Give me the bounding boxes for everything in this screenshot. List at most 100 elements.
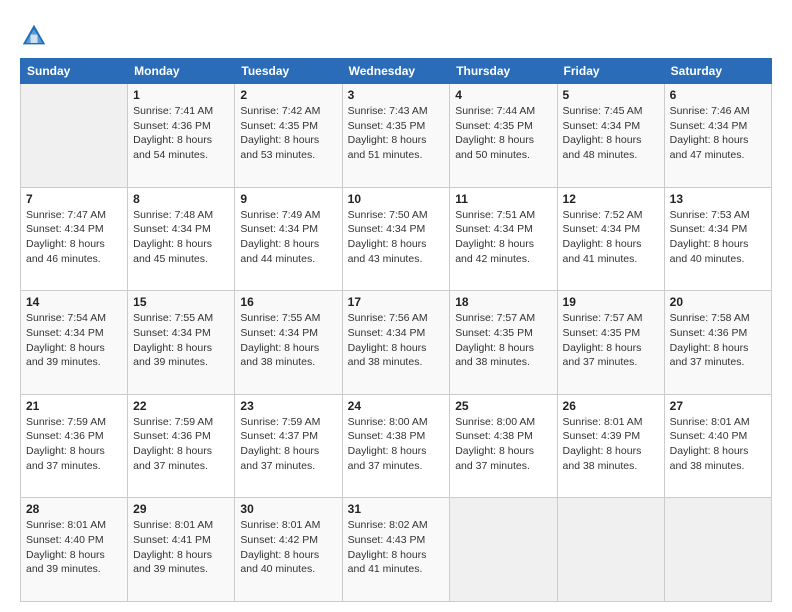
day-info: Sunrise: 8:02 AMSunset: 4:43 PMDaylight:… bbox=[348, 518, 445, 577]
calendar-cell: 18 Sunrise: 7:57 AMSunset: 4:35 PMDayligh… bbox=[450, 291, 557, 395]
calendar-week-0: 1 Sunrise: 7:41 AMSunset: 4:36 PMDaylight… bbox=[21, 84, 772, 188]
day-number: 17 bbox=[348, 295, 445, 309]
calendar-week-3: 21Sunrise: 7:59 AMSunset: 4:36 PMDayligh… bbox=[21, 394, 772, 498]
day-header-friday: Friday bbox=[557, 59, 664, 84]
day-number: 24 bbox=[348, 399, 445, 413]
day-info: Sunrise: 7:59 AMSunset: 4:36 PMDaylight:… bbox=[26, 415, 122, 474]
logo-icon bbox=[20, 22, 48, 50]
day-info: Sunrise: 8:00 AMSunset: 4:38 PMDaylight:… bbox=[455, 415, 551, 474]
calendar-cell: 5Sunrise: 7:45 AMSunset: 4:34 PMDaylight… bbox=[557, 84, 664, 188]
day-info: Sunrise: 7:46 AMSunset: 4:34 PMDaylight:… bbox=[670, 104, 766, 163]
calendar-cell: 23 Sunrise: 7:59 AMSunset: 4:37 PMDayligh… bbox=[235, 394, 342, 498]
calendar-cell: 4 Sunrise: 7:44 AMSunset: 4:35 PMDaylight… bbox=[450, 84, 557, 188]
day-number: 1 bbox=[133, 88, 229, 102]
day-number: 4 bbox=[455, 88, 551, 102]
calendar-cell: 30 Sunrise: 8:01 AMSunset: 4:42 PMDayligh… bbox=[235, 498, 342, 602]
calendar-cell: 20Sunrise: 7:58 AMSunset: 4:36 PMDayligh… bbox=[664, 291, 771, 395]
day-info: Sunrise: 7:59 AMSunset: 4:36 PMDaylight:… bbox=[133, 415, 229, 474]
logo bbox=[20, 22, 52, 50]
day-info: Sunrise: 7:55 AMSunset: 4:34 PMDaylight:… bbox=[133, 311, 229, 370]
day-info: Sunrise: 7:44 AMSunset: 4:35 PMDaylight:… bbox=[455, 104, 551, 163]
calendar-cell: 29 Sunrise: 8:01 AMSunset: 4:41 PMDayligh… bbox=[128, 498, 235, 602]
day-info: Sunrise: 7:42 AMSunset: 4:35 PMDaylight:… bbox=[240, 104, 336, 163]
day-info: Sunrise: 7:47 AMSunset: 4:34 PMDaylight:… bbox=[26, 208, 122, 267]
day-number: 31 bbox=[348, 502, 445, 516]
calendar-cell: 10 Sunrise: 7:50 AMSunset: 4:34 PMDayligh… bbox=[342, 187, 450, 291]
calendar-cell bbox=[21, 84, 128, 188]
day-number: 10 bbox=[348, 192, 445, 206]
day-number: 25 bbox=[455, 399, 551, 413]
calendar-cell: 16 Sunrise: 7:55 AMSunset: 4:34 PMDayligh… bbox=[235, 291, 342, 395]
day-info: Sunrise: 7:48 AMSunset: 4:34 PMDaylight:… bbox=[133, 208, 229, 267]
day-info: Sunrise: 7:53 AMSunset: 4:34 PMDaylight:… bbox=[670, 208, 766, 267]
calendar-cell: 9 Sunrise: 7:49 AMSunset: 4:34 PMDaylight… bbox=[235, 187, 342, 291]
calendar-cell: 11Sunrise: 7:51 AMSunset: 4:34 PMDayligh… bbox=[450, 187, 557, 291]
day-info: Sunrise: 8:01 AMSunset: 4:40 PMDaylight:… bbox=[670, 415, 766, 474]
day-info: Sunrise: 8:00 AMSunset: 4:38 PMDaylight:… bbox=[348, 415, 445, 474]
day-info: Sunrise: 7:41 AMSunset: 4:36 PMDaylight:… bbox=[133, 104, 229, 163]
calendar-cell: 24 Sunrise: 8:00 AMSunset: 4:38 PMDayligh… bbox=[342, 394, 450, 498]
day-info: Sunrise: 8:01 AMSunset: 4:40 PMDaylight:… bbox=[26, 518, 122, 577]
calendar-cell bbox=[664, 498, 771, 602]
calendar-week-4: 28 Sunrise: 8:01 AMSunset: 4:40 PMDayligh… bbox=[21, 498, 772, 602]
day-info: Sunrise: 8:01 AMSunset: 4:41 PMDaylight:… bbox=[133, 518, 229, 577]
day-number: 15 bbox=[133, 295, 229, 309]
calendar-header: SundayMondayTuesdayWednesdayThursdayFrid… bbox=[21, 59, 772, 84]
calendar-cell: 14 Sunrise: 7:54 AMSunset: 4:34 PMDayligh… bbox=[21, 291, 128, 395]
day-info: Sunrise: 7:57 AMSunset: 4:35 PMDaylight:… bbox=[455, 311, 551, 370]
day-number: 6 bbox=[670, 88, 766, 102]
day-info: Sunrise: 7:54 AMSunset: 4:34 PMDaylight:… bbox=[26, 311, 122, 370]
day-number: 30 bbox=[240, 502, 336, 516]
day-header-tuesday: Tuesday bbox=[235, 59, 342, 84]
day-info: Sunrise: 7:52 AMSunset: 4:34 PMDaylight:… bbox=[563, 208, 659, 267]
calendar-cell: 7 Sunrise: 7:47 AMSunset: 4:34 PMDaylight… bbox=[21, 187, 128, 291]
calendar-cell: 12 Sunrise: 7:52 AMSunset: 4:34 PMDayligh… bbox=[557, 187, 664, 291]
day-number: 29 bbox=[133, 502, 229, 516]
calendar-week-1: 7 Sunrise: 7:47 AMSunset: 4:34 PMDaylight… bbox=[21, 187, 772, 291]
calendar-cell: 2Sunrise: 7:42 AMSunset: 4:35 PMDaylight… bbox=[235, 84, 342, 188]
day-number: 5 bbox=[563, 88, 659, 102]
day-number: 13 bbox=[670, 192, 766, 206]
day-number: 23 bbox=[240, 399, 336, 413]
day-info: Sunrise: 7:58 AMSunset: 4:36 PMDaylight:… bbox=[670, 311, 766, 370]
day-headers-row: SundayMondayTuesdayWednesdayThursdayFrid… bbox=[21, 59, 772, 84]
day-info: Sunrise: 7:55 AMSunset: 4:34 PMDaylight:… bbox=[240, 311, 336, 370]
day-info: Sunrise: 7:59 AMSunset: 4:37 PMDaylight:… bbox=[240, 415, 336, 474]
calendar-cell: 19 Sunrise: 7:57 AMSunset: 4:35 PMDayligh… bbox=[557, 291, 664, 395]
day-number: 19 bbox=[563, 295, 659, 309]
calendar-cell: 21Sunrise: 7:59 AMSunset: 4:36 PMDayligh… bbox=[21, 394, 128, 498]
day-header-saturday: Saturday bbox=[664, 59, 771, 84]
day-header-monday: Monday bbox=[128, 59, 235, 84]
day-number: 9 bbox=[240, 192, 336, 206]
calendar-cell: 22 Sunrise: 7:59 AMSunset: 4:36 PMDayligh… bbox=[128, 394, 235, 498]
day-info: Sunrise: 7:57 AMSunset: 4:35 PMDaylight:… bbox=[563, 311, 659, 370]
calendar-cell: 13 Sunrise: 7:53 AMSunset: 4:34 PMDayligh… bbox=[664, 187, 771, 291]
calendar-cell: 25 Sunrise: 8:00 AMSunset: 4:38 PMDayligh… bbox=[450, 394, 557, 498]
day-number: 28 bbox=[26, 502, 122, 516]
day-number: 16 bbox=[240, 295, 336, 309]
calendar-table: SundayMondayTuesdayWednesdayThursdayFrid… bbox=[20, 58, 772, 602]
day-info: Sunrise: 7:56 AMSunset: 4:34 PMDaylight:… bbox=[348, 311, 445, 370]
calendar-cell bbox=[557, 498, 664, 602]
calendar-week-2: 14 Sunrise: 7:54 AMSunset: 4:34 PMDayligh… bbox=[21, 291, 772, 395]
day-header-sunday: Sunday bbox=[21, 59, 128, 84]
day-info: Sunrise: 7:49 AMSunset: 4:34 PMDaylight:… bbox=[240, 208, 336, 267]
day-number: 7 bbox=[26, 192, 122, 206]
day-number: 14 bbox=[26, 295, 122, 309]
day-info: Sunrise: 7:51 AMSunset: 4:34 PMDaylight:… bbox=[455, 208, 551, 267]
day-info: Sunrise: 7:50 AMSunset: 4:34 PMDaylight:… bbox=[348, 208, 445, 267]
day-header-wednesday: Wednesday bbox=[342, 59, 450, 84]
day-number: 22 bbox=[133, 399, 229, 413]
calendar-cell: 27 Sunrise: 8:01 AMSunset: 4:40 PMDayligh… bbox=[664, 394, 771, 498]
calendar-cell: 17 Sunrise: 7:56 AMSunset: 4:34 PMDayligh… bbox=[342, 291, 450, 395]
day-number: 27 bbox=[670, 399, 766, 413]
calendar-cell: 1 Sunrise: 7:41 AMSunset: 4:36 PMDaylight… bbox=[128, 84, 235, 188]
calendar-body: 1 Sunrise: 7:41 AMSunset: 4:36 PMDaylight… bbox=[21, 84, 772, 602]
page: SundayMondayTuesdayWednesdayThursdayFrid… bbox=[0, 0, 792, 612]
header bbox=[20, 18, 772, 50]
day-number: 18 bbox=[455, 295, 551, 309]
day-info: Sunrise: 8:01 AMSunset: 4:42 PMDaylight:… bbox=[240, 518, 336, 577]
day-number: 3 bbox=[348, 88, 445, 102]
day-number: 12 bbox=[563, 192, 659, 206]
day-header-thursday: Thursday bbox=[450, 59, 557, 84]
